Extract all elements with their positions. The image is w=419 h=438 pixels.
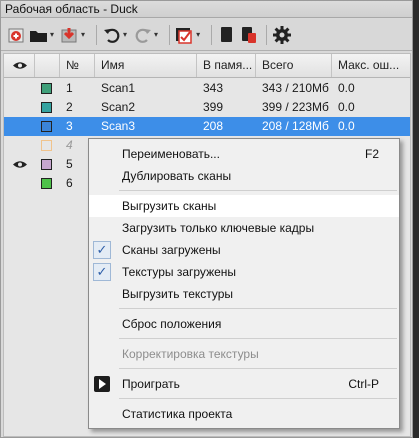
scan-name: Scan2 xyxy=(101,100,136,114)
duplicate-label: Дублировать сканы xyxy=(122,169,232,183)
scan-color-swatch[interactable] xyxy=(41,178,52,189)
name-column-header[interactable]: Имя xyxy=(95,54,197,77)
play-menu-item[interactable]: Проиграть Ctrl-P xyxy=(89,373,399,395)
checkmark-icon: ✓ xyxy=(93,263,111,281)
scan-in-memory: 399 xyxy=(203,100,224,114)
delete-icon xyxy=(242,26,257,43)
duplicate-scans-menu-item[interactable]: Дублировать сканы xyxy=(89,165,399,187)
total-column-header[interactable]: Всего xyxy=(256,54,332,77)
load-keyframes-menu-item[interactable]: Загрузить только ключевые кадры xyxy=(89,217,399,239)
menu-separator xyxy=(119,368,397,369)
scan-color-swatch[interactable] xyxy=(41,140,52,151)
toolbar-divider xyxy=(169,24,171,45)
rename-label: Переименовать... xyxy=(122,147,220,161)
scan-name: Scan3 xyxy=(101,119,136,133)
eye-icon xyxy=(13,62,27,69)
checkbox-select-icon xyxy=(176,27,192,44)
chevron-down-icon[interactable]: ▾ xyxy=(196,30,200,39)
new-scan-button[interactable] xyxy=(7,23,27,47)
scan-max-error: 0.0 xyxy=(338,81,355,95)
scan-max-error: 0.0 xyxy=(338,100,355,114)
panel-title: Рабочая область - Duck xyxy=(1,1,412,18)
eye-icon[interactable] xyxy=(13,160,27,169)
textures-loaded-label: Текстуры загружены xyxy=(122,265,237,279)
scans-loaded-label: Сканы загружены xyxy=(122,243,221,257)
scan-color-swatch[interactable] xyxy=(41,102,52,113)
toolbar-divider xyxy=(211,24,213,45)
project-stats-label: Статистика проекта xyxy=(122,407,233,421)
color-column-header[interactable] xyxy=(35,54,60,77)
scan-number: 6 xyxy=(66,176,73,190)
redo-button[interactable]: ▾ xyxy=(133,23,162,47)
copy-button[interactable] xyxy=(217,23,237,47)
context-menu: Переименовать... F2 Дублировать сканы Вы… xyxy=(88,138,400,429)
menu-separator xyxy=(119,190,397,191)
scan-in-memory: 343 xyxy=(203,81,224,95)
undo-icon xyxy=(104,28,120,43)
max-error-column-header[interactable]: Макс. ош... xyxy=(332,54,410,77)
chevron-down-icon[interactable]: ▾ xyxy=(154,30,158,39)
checkmark-icon: ✓ xyxy=(93,241,111,259)
unload-scans-menu-item[interactable]: Выгрузить сканы xyxy=(89,195,399,217)
settings-button[interactable] xyxy=(272,23,292,47)
visibility-column-header[interactable] xyxy=(4,54,35,77)
scan-name: Scan1 xyxy=(101,81,136,95)
scan-color-swatch[interactable] xyxy=(41,83,52,94)
scan-max-error: 0.0 xyxy=(338,119,355,133)
folder-icon xyxy=(30,30,47,42)
redo-icon xyxy=(135,28,152,43)
import-button[interactable]: ▾ xyxy=(60,23,89,47)
scan-number: 1 xyxy=(66,81,73,95)
load-keyframes-label: Загрузить только ключевые кадры xyxy=(122,221,315,235)
table-row[interactable]: 2 Scan2 399 399 / 223Мб 0.0 xyxy=(4,98,410,117)
toolbar-divider xyxy=(266,24,268,45)
rename-shortcut: F2 xyxy=(364,147,379,161)
unload-textures-menu-item[interactable]: Выгрузить текстуры xyxy=(89,283,399,305)
open-folder-button[interactable]: ▾ xyxy=(29,23,58,47)
toolbar: ▾ ▾ ▾ ▾ ▾ xyxy=(1,19,412,51)
unload-label: Выгрузить сканы xyxy=(122,199,217,213)
scan-in-memory: 208 xyxy=(203,119,224,133)
scan-number: 2 xyxy=(66,100,73,114)
chevron-down-icon[interactable]: ▾ xyxy=(81,30,85,39)
reset-position-label: Сброс положения xyxy=(122,317,222,331)
toolbar-divider xyxy=(96,24,98,45)
add-red-icon xyxy=(8,28,24,42)
copy-icon xyxy=(221,26,233,42)
table-header: № Имя В памя... Всего Макс. ош... xyxy=(4,54,410,78)
scans-loaded-menu-item[interactable]: ✓ Сканы загружены xyxy=(89,239,399,261)
play-icon xyxy=(94,376,110,392)
import-down-icon xyxy=(61,27,77,42)
select-button[interactable]: ▾ xyxy=(175,23,204,47)
menu-separator xyxy=(119,338,397,339)
scan-number: 4 xyxy=(66,138,73,152)
scan-color-swatch[interactable] xyxy=(41,159,52,170)
scan-number: 3 xyxy=(66,119,73,133)
unload-textures-label: Выгрузить текстуры xyxy=(122,287,234,301)
gear-icon xyxy=(273,25,292,44)
delete-button[interactable] xyxy=(239,23,259,47)
chevron-down-icon[interactable]: ▾ xyxy=(123,30,127,39)
scan-total: 343 / 210Мб xyxy=(262,81,329,95)
rename-menu-item[interactable]: Переименовать... F2 xyxy=(89,143,399,165)
texture-correction-label: Корректировка текстуры xyxy=(122,347,259,361)
in-memory-column-header[interactable]: В памя... xyxy=(197,54,256,77)
scan-color-swatch[interactable] xyxy=(41,121,52,132)
number-column-header[interactable]: № xyxy=(60,54,95,77)
project-stats-menu-item[interactable]: Статистика проекта xyxy=(89,403,399,425)
chevron-down-icon[interactable]: ▾ xyxy=(50,30,54,39)
scan-total: 208 / 128Мб xyxy=(262,119,329,133)
play-shortcut: Ctrl-P xyxy=(348,377,379,391)
textures-loaded-menu-item[interactable]: ✓ Текстуры загружены xyxy=(89,261,399,283)
texture-correction-menu-item: Корректировка текстуры xyxy=(89,343,399,365)
menu-separator xyxy=(119,308,397,309)
reset-position-menu-item[interactable]: Сброс положения xyxy=(89,313,399,335)
menu-separator xyxy=(119,398,397,399)
scan-number: 5 xyxy=(66,157,73,171)
table-row[interactable]: 3 Scan3 208 208 / 128Мб 0.0 xyxy=(4,117,410,136)
play-label: Проиграть xyxy=(122,377,180,391)
undo-button[interactable]: ▾ xyxy=(102,23,131,47)
scan-total: 399 / 223Мб xyxy=(262,100,329,114)
table-row[interactable]: 1 Scan1 343 343 / 210Мб 0.0 xyxy=(4,79,410,98)
